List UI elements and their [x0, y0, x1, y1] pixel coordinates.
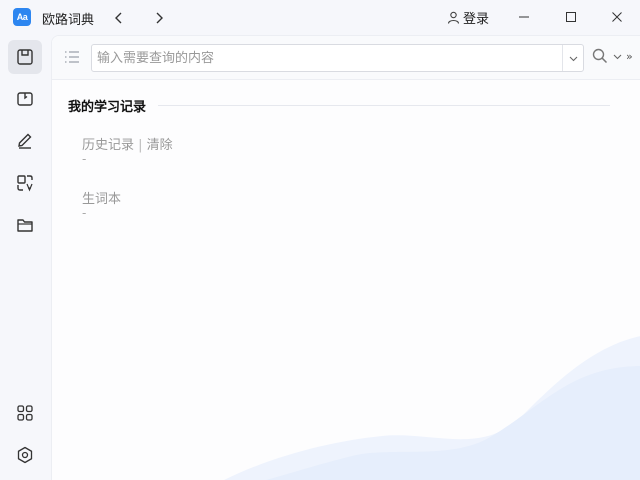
forward-button[interactable]	[148, 7, 170, 29]
translate-icon	[17, 175, 33, 192]
search-button[interactable]	[592, 48, 622, 64]
sidebar-item-apps[interactable]	[8, 396, 42, 430]
title-bar: Aa 欧路词典 登录	[0, 0, 640, 35]
search-history-dropdown[interactable]	[562, 45, 583, 71]
chevron-left-icon	[115, 12, 122, 24]
close-icon	[612, 12, 622, 22]
app-title: 欧路词典	[42, 13, 95, 28]
close-button[interactable]	[605, 5, 629, 29]
search-toolbar: »	[52, 36, 640, 80]
history-label: 历史记录	[82, 138, 135, 153]
maximize-icon	[566, 12, 576, 22]
login-label: 登录	[463, 12, 490, 27]
maximize-button[interactable]	[559, 5, 583, 29]
folder-icon	[17, 219, 33, 232]
history-header: 历史记录 | 清除	[82, 134, 173, 153]
search-box	[91, 44, 584, 72]
minimize-button[interactable]	[512, 5, 536, 29]
login-button[interactable]: 登录	[447, 8, 489, 27]
section-title: 我的学习记录	[68, 100, 147, 115]
minimize-icon	[519, 16, 529, 18]
list-icon[interactable]	[62, 47, 82, 67]
history-separator: |	[134, 138, 147, 153]
sidebar-item-book[interactable]	[8, 82, 42, 116]
more-button[interactable]: »	[626, 50, 633, 63]
sidebar-item-folder[interactable]	[8, 208, 42, 242]
apps-grid-icon	[17, 405, 33, 421]
back-button[interactable]	[108, 7, 130, 29]
search-input[interactable]	[92, 45, 562, 71]
chevron-right-icon	[156, 12, 163, 24]
sidebar	[0, 35, 51, 480]
history-empty: -	[82, 152, 87, 166]
user-icon	[447, 11, 460, 24]
pencil-icon	[18, 133, 32, 149]
main-panel: » 我的学习记录 历史记录 | 清除 - 生词本 -	[51, 35, 640, 480]
vocab-empty: -	[82, 206, 87, 220]
sidebar-item-dictionary[interactable]	[8, 40, 42, 74]
chevron-down-icon	[569, 56, 577, 61]
app-logo-icon: Aa	[13, 8, 31, 26]
sidebar-item-settings[interactable]	[8, 438, 42, 472]
search-options-chevron-icon[interactable]	[613, 52, 622, 61]
settings-icon	[17, 446, 33, 464]
clear-history-link[interactable]: 清除	[147, 138, 173, 153]
section-divider	[158, 105, 610, 106]
vocab-label[interactable]: 生词本	[82, 188, 121, 207]
dictionary-icon	[17, 49, 33, 65]
sidebar-item-translate[interactable]	[8, 166, 42, 200]
sidebar-item-edit[interactable]	[8, 124, 42, 158]
book-icon	[17, 92, 33, 106]
search-icon	[592, 48, 608, 64]
